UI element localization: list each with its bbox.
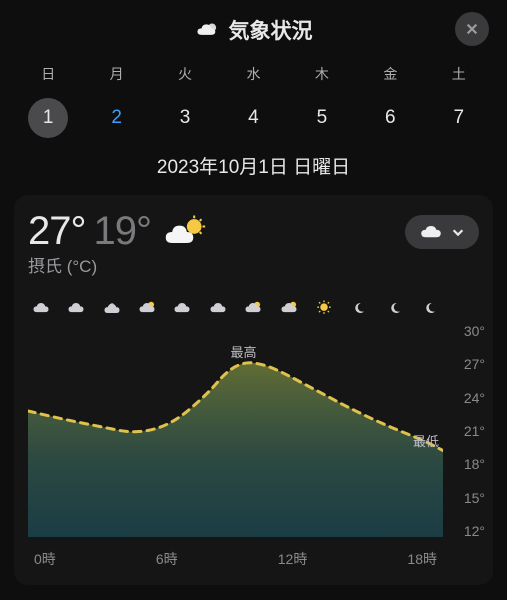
- cloud-icon: [419, 223, 443, 241]
- day-cell[interactable]: 7: [439, 98, 479, 138]
- moon-icon: [419, 297, 441, 319]
- header-title-group: 気象状況: [195, 15, 313, 45]
- chart-area: 最高 最低 30° 27° 24° 21° 18° 15° 12° 0時 6時 12時 18時: [28, 297, 487, 575]
- x-tick: 18時: [407, 549, 437, 569]
- x-tick: 6時: [156, 549, 178, 569]
- weekday-label: 木: [302, 64, 342, 84]
- weekday-label: 日: [28, 64, 68, 84]
- day-cell[interactable]: 2: [97, 98, 137, 138]
- weekday-label: 火: [165, 64, 205, 84]
- x-axis: 0時 6時 12時 18時: [28, 549, 443, 569]
- chevron-down-icon: [451, 225, 465, 239]
- temperature-chart: 最高 最低: [28, 321, 443, 537]
- cloud-icon: [65, 297, 87, 319]
- moon-icon: [384, 297, 406, 319]
- sun-cloud-icon: [278, 297, 300, 319]
- close-button[interactable]: [455, 12, 489, 46]
- y-tick: 21°: [445, 423, 485, 439]
- day-cell[interactable]: 1: [28, 98, 68, 138]
- unit-label: 摂氏 (°C): [28, 252, 487, 277]
- y-tick: 15°: [445, 490, 485, 506]
- max-label: 最高: [231, 342, 257, 361]
- condition-selector[interactable]: [405, 215, 479, 249]
- min-label: 最低: [413, 431, 439, 450]
- cloud-icon: [207, 297, 229, 319]
- page-title: 気象状況: [229, 15, 313, 45]
- day-cell[interactable]: 6: [370, 98, 410, 138]
- y-tick: 27°: [445, 356, 485, 372]
- hour-icons-row: [28, 297, 487, 319]
- high-temp: 27°: [28, 209, 86, 254]
- close-icon: [465, 22, 479, 36]
- sun-cloud-icon: [136, 297, 158, 319]
- weekday-label: 水: [233, 64, 273, 84]
- y-tick: 30°: [445, 323, 485, 339]
- y-axis: 30° 27° 24° 21° 18° 15° 12°: [445, 323, 485, 539]
- y-tick: 24°: [445, 390, 485, 406]
- cloud-night-icon: [101, 297, 123, 319]
- x-tick: 12時: [278, 549, 308, 569]
- cloud-icon: [30, 297, 52, 319]
- day-cell[interactable]: 4: [233, 98, 273, 138]
- partly-cloudy-icon: [195, 19, 221, 41]
- weekday-label: 金: [370, 64, 410, 84]
- weekday-label: 土: [439, 64, 479, 84]
- cloud-icon: [171, 297, 193, 319]
- y-tick: 12°: [445, 523, 485, 539]
- day-cell[interactable]: 5: [302, 98, 342, 138]
- forecast-card: 27° 19° 摂氏 (°C): [14, 195, 493, 585]
- weekday-label: 月: [97, 64, 137, 84]
- sun-icon: [313, 297, 335, 319]
- header: 気象状況: [14, 6, 493, 54]
- day-cell[interactable]: 3: [165, 98, 205, 138]
- weekday-row: 日 月 火 水 木 金 土: [14, 64, 493, 84]
- y-tick: 18°: [445, 456, 485, 472]
- full-date: 2023年10月1日 日曜日: [14, 152, 493, 179]
- sun-cloud-icon: [242, 297, 264, 319]
- x-tick: 0時: [34, 549, 56, 569]
- weather-screen: 気象状況 日 月 火 水 木 金 土 1 2 3 4 5 6 7 2023年10…: [0, 6, 507, 600]
- day-row: 1 2 3 4 5 6 7: [14, 98, 493, 138]
- moon-icon: [348, 297, 370, 319]
- sun-cloud-icon: [163, 214, 207, 250]
- low-temp: 19°: [94, 209, 152, 254]
